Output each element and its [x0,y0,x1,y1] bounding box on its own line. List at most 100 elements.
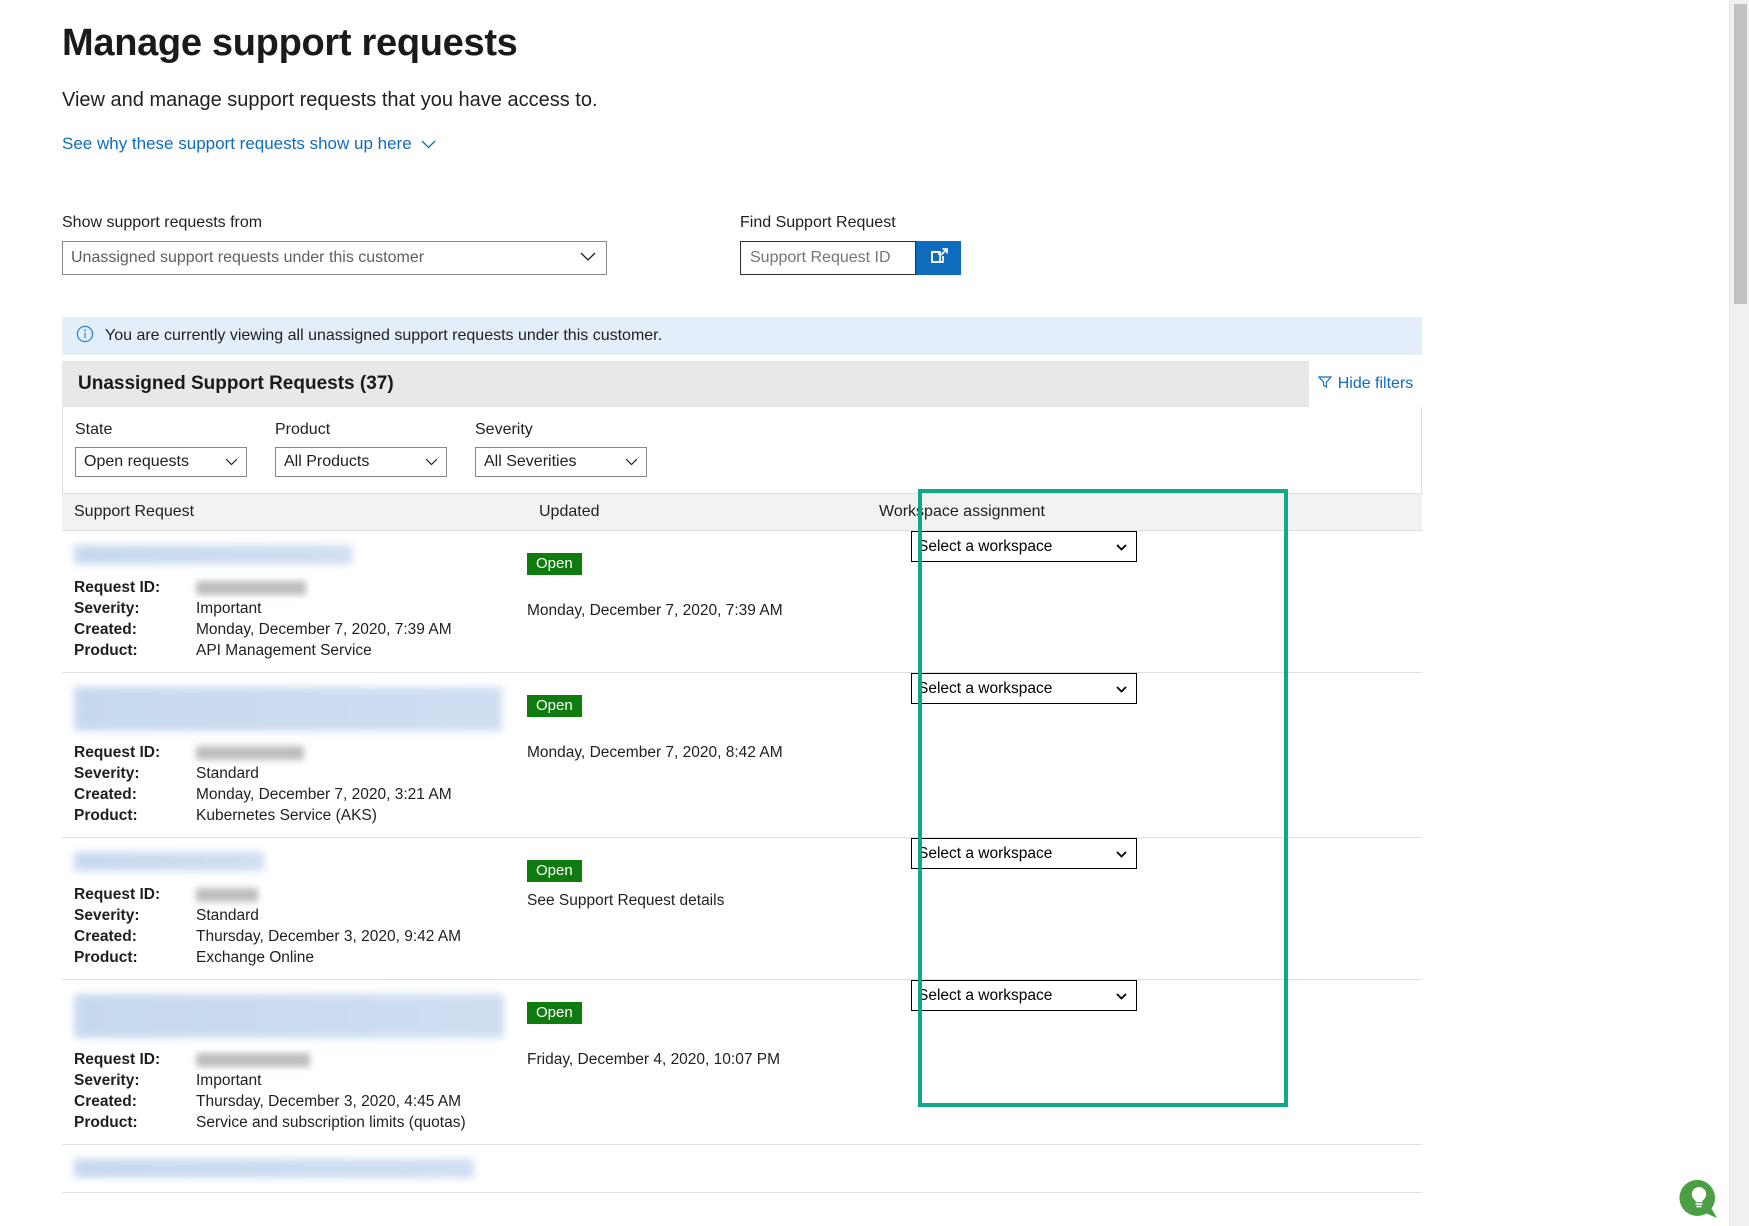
severity-label: Severity: [74,907,140,924]
support-request-cell [62,1144,527,1193]
created-value: Thursday, December 3, 2020, 4:45 AM [196,1093,462,1110]
table-row: Request ID: Severity: Important Created: Thu… [62,979,1422,1145]
filters-row: State Open requests Product All Products [62,407,1422,493]
support-request-details: Request ID: Severity: Important Created: Mon… [74,579,527,660]
vertical-scrollbar[interactable] [1729,0,1749,1226]
requests-panel: Unassigned Support Requests (37) Hide fi… [62,361,1422,1193]
updated-cell: Open Friday, December 4, 2020, 10:07 PM [527,979,867,1145]
support-request-title[interactable] [74,545,352,564]
see-why-link-label: See why these support requests show up h… [62,134,412,153]
table-row [62,1144,1422,1193]
product-label: Product: [74,807,138,824]
redacted-value [196,1052,310,1067]
info-banner-text: You are currently viewing all unassigned… [105,327,663,344]
chevron-down-icon [421,134,436,154]
see-why-link[interactable]: See why these support requests show up h… [62,134,436,154]
see-support-request-details-link[interactable]: See Support Request details [527,892,867,910]
support-request-id-input[interactable] [740,241,916,275]
support-requests-table: Support Request Updated Workspace assign… [62,493,1422,1193]
support-request-title[interactable] [74,1159,474,1178]
product-label: Product: [74,1114,138,1131]
request-id-label: Request ID: [74,744,161,761]
feedback-widget-button[interactable] [1678,1177,1722,1221]
workspace-select[interactable]: Select a workspace [911,673,1137,704]
filter-product-value: All Products [284,453,370,470]
filter-state-select[interactable]: Open requests [75,447,247,477]
table-head: Support Request Updated Workspace assign… [62,493,1422,531]
request-id-label: Request ID: [74,1051,161,1068]
find-request-label: Find Support Request [740,214,896,231]
table-row: Request ID: Severity: Standard Created: Mond… [62,672,1422,838]
product-label: Product: [74,642,138,659]
table-row: Request ID: Severity: Standard Created: Thur… [62,837,1422,980]
workspace-assignment-cell [867,1144,1422,1193]
status-badge: Open [527,1002,582,1024]
request-id-value [196,744,527,762]
support-request-details: Request ID: Severity: Standard Created: Thur… [74,886,527,967]
workspace-select[interactable]: Select a workspace [911,531,1137,562]
filter-state-label: State [75,421,113,438]
filter-state-value: Open requests [84,453,189,470]
support-request-title[interactable] [74,852,264,871]
severity-value: Standard [196,765,259,782]
funnel-icon [1317,375,1332,394]
severity-value: Important [196,1072,262,1089]
chevron-down-icon [225,453,238,471]
created-value: Thursday, December 3, 2020, 9:42 AM [196,928,462,945]
updated-timestamp: Friday, December 4, 2020, 10:07 PM [527,1051,781,1068]
hide-filters-label: Hide filters [1337,375,1414,392]
filter-state: State Open requests [75,421,247,477]
created-label: Created: [74,621,137,638]
support-request-cell: Request ID: Severity: Standard Created: Thur… [62,837,527,980]
show-from-select[interactable]: Unassigned support requests under this c… [62,241,607,275]
updated-cell: Open Monday, December 7, 2020, 8:42 AM [527,672,867,838]
col-header-support-request: Support Request [62,493,527,531]
support-request-title[interactable] [74,994,504,1038]
status-badge: Open [527,553,582,575]
table-body: Request ID: Severity: Important Created: Mon… [62,530,1422,1193]
updated-timestamp: Monday, December 7, 2020, 7:39 AM [527,602,783,619]
support-request-cell: Request ID: Severity: Important Created: Mon… [62,530,527,673]
created-value: Monday, December 7, 2020, 3:21 AM [196,786,452,803]
workspace-select[interactable]: Select a workspace [911,838,1137,869]
info-circle-icon [76,325,94,348]
find-request-button[interactable] [916,241,961,275]
col-header-workspace: Workspace assignment [867,493,1422,531]
find-request-group: Find Support Request [740,214,961,275]
workspace-assignment-cell: Select a workspace [867,672,1422,838]
updated-timestamp: Monday, December 7, 2020, 8:42 AM [527,744,783,761]
product-value: API Management Service [196,642,372,659]
filter-severity-select[interactable]: All Severities [475,447,647,477]
filter-severity-label: Severity [475,421,533,438]
created-label: Created: [74,786,137,803]
support-request-cell: Request ID: Severity: Standard Created: Mond… [62,672,527,838]
page-root: Manage support requests View and manage … [0,0,1749,1226]
status-badge: Open [527,860,582,882]
product-value: Service and subscription limits (quotas) [196,1114,466,1131]
created-label: Created: [74,928,137,945]
col-header-updated: Updated [527,493,867,531]
table-header-row: Support Request Updated Workspace assign… [62,493,1422,531]
filter-product-select[interactable]: All Products [275,447,447,477]
severity-label: Severity: [74,765,140,782]
support-request-title[interactable] [74,687,502,731]
workspace-assignment-cell: Select a workspace [867,979,1422,1145]
redacted-value [196,745,304,760]
hide-filters-button[interactable]: Hide filters [1309,361,1422,407]
request-id-label: Request ID: [74,886,161,903]
workspace-select[interactable]: Select a workspace [911,980,1137,1011]
filter-product: Product All Products [275,421,447,477]
page-subtitle: View and manage support requests that yo… [62,89,598,111]
chevron-down-icon [625,453,638,471]
product-value: Kubernetes Service (AKS) [196,807,377,824]
request-id-label: Request ID: [74,579,161,596]
show-from-value: Unassigned support requests under this c… [71,249,425,266]
severity-value: Standard [196,907,259,924]
support-request-details: Request ID: Severity: Standard Created: Mond… [74,744,527,825]
product-value: Exchange Online [196,949,315,966]
panel-title: Unassigned Support Requests (37) [78,373,394,394]
updated-cell [527,1144,867,1193]
filter-severity: Severity All Severities [475,421,647,477]
scrollbar-thumb[interactable] [1734,4,1747,304]
created-label: Created: [74,1093,137,1110]
